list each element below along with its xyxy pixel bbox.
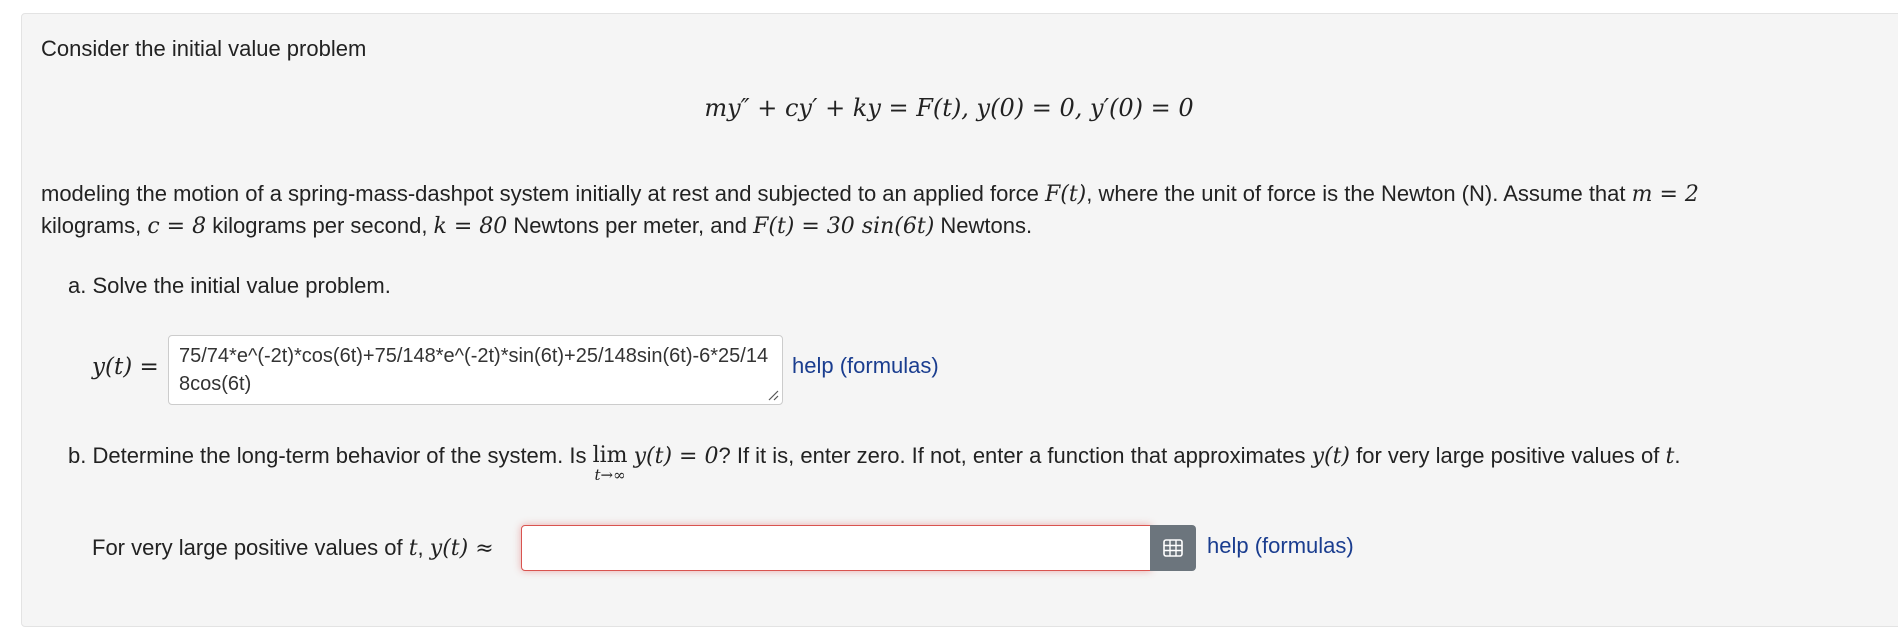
part-b-question: b. Determine the long-term behavior of t… [68, 440, 1680, 484]
part-a-help-link[interactable]: help (formulas) [792, 353, 939, 379]
resize-handle-icon[interactable] [767, 389, 779, 401]
part-b-help-link[interactable]: help (formulas) [1207, 533, 1354, 559]
part-b-answer-label: For very large positive values of t, y(t… [92, 535, 494, 561]
ivp-equation: my″ + cy′ + ky = F(t), y(0) = 0, y′(0) =… [704, 94, 1194, 122]
description-line-2: kilograms, c = 8 kilograms per second, k… [41, 213, 1033, 239]
description-line-1: modeling the motion of a spring-mass-das… [41, 181, 1699, 207]
equation-editor-button[interactable] [1150, 525, 1196, 571]
part-a-answer-field[interactable]: 75/74*e^(-2t)*cos(6t)+75/148*e^(-2t)*sin… [168, 335, 783, 405]
part-b-answer-input[interactable] [521, 525, 1151, 571]
intro-text: Consider the initial value problem [41, 36, 367, 61]
part-a-label: a. Solve the initial value problem. [68, 273, 391, 298]
grid-icon [1163, 539, 1183, 557]
part-a-answer-value: 75/74*e^(-2t)*cos(6t)+75/148*e^(-2t)*sin… [179, 345, 769, 395]
limit-operator: lim t→∞ [592, 443, 628, 484]
part-a-lhs: y(t) = [92, 354, 159, 380]
